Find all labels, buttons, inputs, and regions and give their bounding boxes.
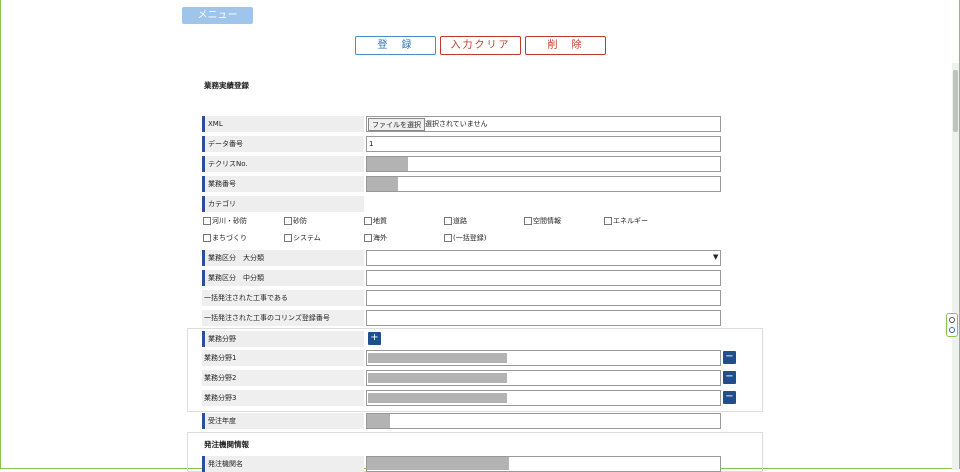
bulk-order-field[interactable] — [366, 290, 721, 306]
side-widget[interactable] — [946, 313, 958, 337]
redacted-value — [367, 457, 509, 470]
redacted-value — [368, 353, 507, 363]
scrollbar-thumb[interactable] — [953, 70, 958, 132]
category-checkbox[interactable]: 海外 — [364, 233, 387, 243]
order-year-field[interactable] — [366, 413, 721, 429]
major-class-label: 業務区分 大分類 — [202, 250, 364, 266]
file-select-button[interactable]: ファイルを選択 — [368, 118, 425, 131]
remove-field-3-button[interactable]: − — [723, 391, 736, 404]
remove-field-2-button[interactable]: − — [723, 371, 736, 384]
category-checkbox[interactable]: 空間情報 — [524, 216, 561, 226]
bulk-corins-label: 一括発注された工事のコリンズ登録番号 — [202, 310, 364, 326]
category-checkbox[interactable]: 河川・砂防 — [203, 216, 247, 226]
bulk-order-label: 一括発注された工事である — [202, 290, 364, 306]
business-field-2-label: 業務分野2 — [202, 370, 364, 386]
redacted-value — [367, 177, 398, 191]
section-title: 業務実績登録 — [204, 81, 249, 90]
remove-field-1-button[interactable]: − — [723, 351, 736, 364]
client-section-title: 発注機関情報 — [204, 440, 249, 449]
data-number-field[interactable]: 1 — [366, 136, 721, 152]
data-number-label: データ番号 — [202, 136, 364, 152]
category-checkbox[interactable]: (一括登録) — [444, 233, 486, 243]
redacted-value — [368, 393, 507, 403]
checkbox-box[interactable] — [203, 234, 211, 242]
category-checkbox[interactable]: 砂防 — [284, 216, 307, 226]
category-checkbox[interactable]: システム — [284, 233, 321, 243]
checkbox-box[interactable] — [284, 217, 292, 225]
redacted-value — [368, 373, 507, 383]
business-fields-label: 業務分野 — [202, 331, 364, 347]
checkbox-box[interactable] — [604, 217, 612, 225]
checkbox-box[interactable] — [524, 217, 532, 225]
clear-input-button[interactable]: 入力クリア — [440, 36, 521, 55]
category-checkbox[interactable]: エネルギー — [604, 216, 648, 226]
category-checkbox[interactable]: 道路 — [444, 216, 467, 226]
business-field-3-label: 業務分野3 — [202, 390, 364, 406]
middle-class-field[interactable] — [366, 270, 721, 286]
settings-icon[interactable] — [949, 317, 955, 323]
category-checkbox[interactable]: 地質 — [364, 216, 387, 226]
category-checkbox[interactable]: まちづくり — [203, 233, 247, 243]
file-status-text: 選択されていません — [425, 120, 488, 128]
checkbox-box[interactable] — [444, 234, 452, 242]
checkbox-box[interactable] — [364, 217, 372, 225]
techris-number-field[interactable] — [366, 156, 721, 172]
redacted-value — [367, 414, 390, 428]
category-label: カテゴリ — [202, 196, 364, 212]
checkbox-box[interactable] — [364, 234, 372, 242]
business-field-1-label: 業務分野1 — [202, 350, 364, 366]
business-number-field[interactable] — [366, 176, 721, 192]
middle-class-label: 業務区分 中分類 — [202, 270, 364, 286]
business-number-label: 業務番号 — [202, 176, 364, 192]
checkbox-box[interactable] — [444, 217, 452, 225]
chevron-down-icon: ▼ — [713, 253, 719, 261]
redacted-value — [367, 157, 408, 171]
checkbox-box[interactable] — [203, 217, 211, 225]
target-icon[interactable] — [949, 327, 955, 333]
checkbox-box[interactable] — [284, 234, 292, 242]
xml-label: XML — [202, 116, 364, 132]
bulk-corins-field[interactable] — [366, 310, 721, 326]
major-class-select[interactable] — [366, 250, 721, 266]
add-field-button[interactable]: + — [368, 332, 381, 345]
menu-button[interactable]: メニュー — [182, 7, 253, 24]
register-button[interactable]: 登 録 — [355, 36, 436, 55]
techris-number-label: テクリスNo. — [202, 156, 364, 172]
order-year-label: 受注年度 — [202, 413, 364, 429]
delete-button[interactable]: 削 除 — [525, 36, 606, 55]
